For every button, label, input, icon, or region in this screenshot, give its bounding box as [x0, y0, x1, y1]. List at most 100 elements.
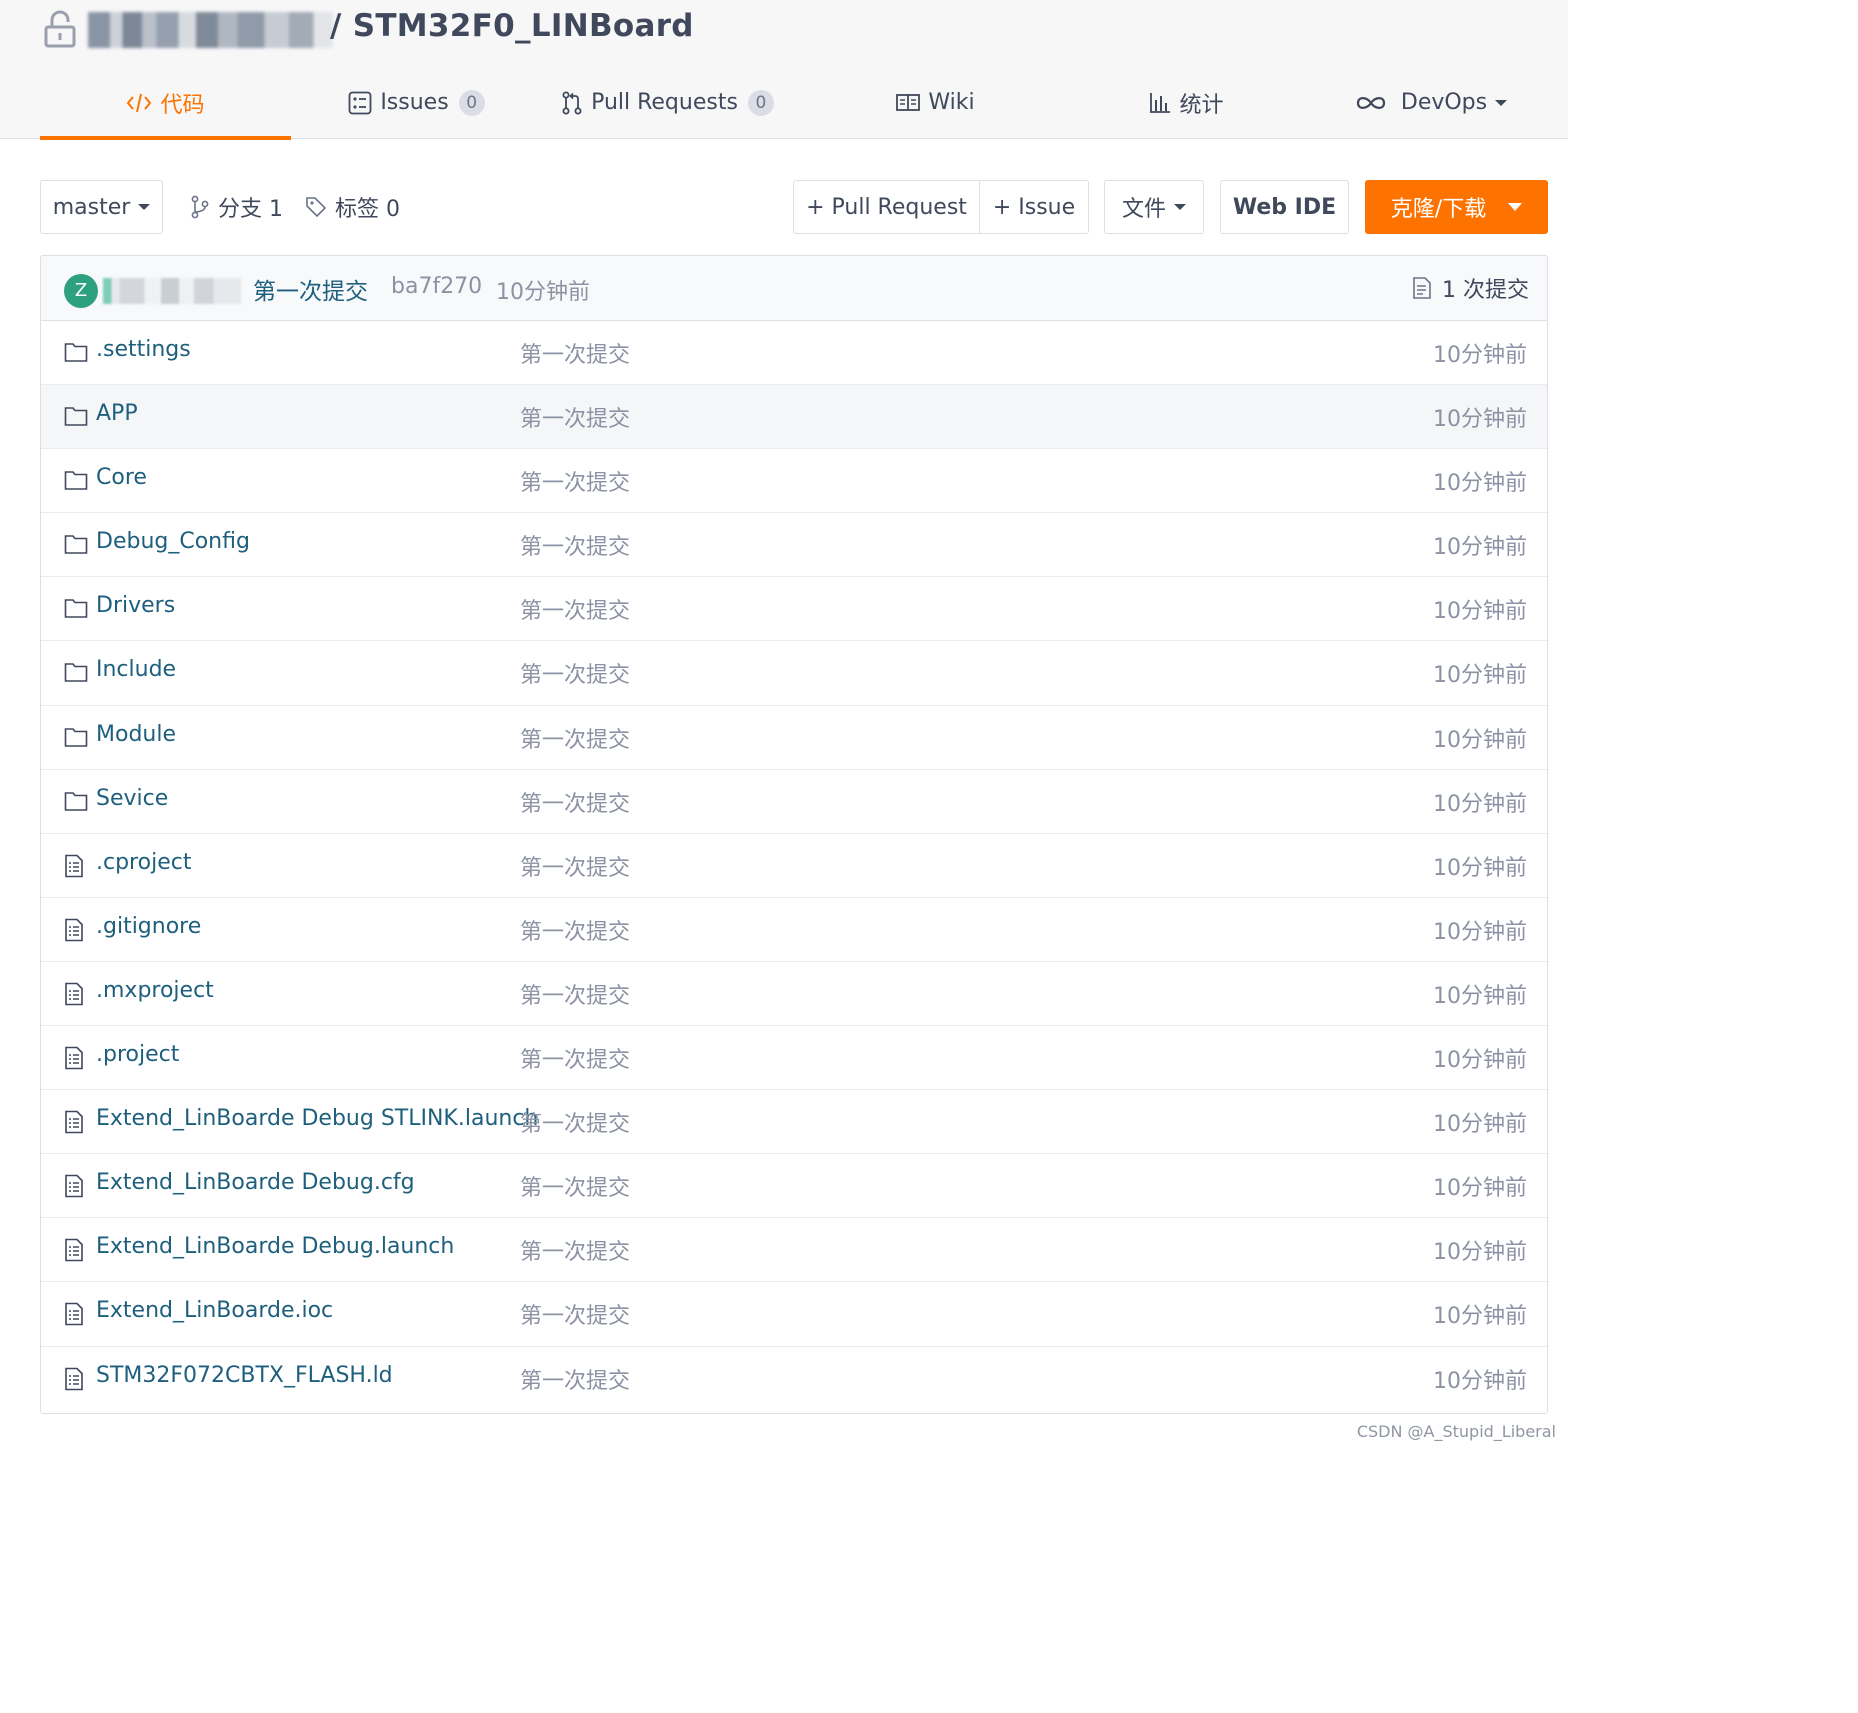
repo-header: / STM32F0_LINBoard 代码 Issues 0 Pull Requ…: [0, 0, 1568, 140]
chevron-down-icon: [138, 204, 151, 210]
table-row[interactable]: .project 第一次提交 10分钟前: [41, 1026, 1547, 1091]
table-row[interactable]: .gitignore 第一次提交 10分钟前: [41, 898, 1547, 962]
table-row[interactable]: .cproject 第一次提交 10分钟前: [41, 834, 1547, 898]
tab-pull-requests-label: Pull Requests: [591, 90, 738, 115]
commit-author-redacted[interactable]: [103, 278, 241, 304]
file-name-link[interactable]: Debug_Config: [96, 529, 250, 554]
table-row[interactable]: Extend_LinBoarde.ioc 第一次提交 10分钟前: [41, 1282, 1547, 1347]
file-commit-message[interactable]: 第一次提交: [520, 337, 630, 369]
file-name-link[interactable]: Extend_LinBoarde Debug.launch: [96, 1234, 454, 1259]
file-commit-message[interactable]: 第一次提交: [520, 401, 630, 433]
chevron-down-icon: [1495, 99, 1508, 106]
branch-select[interactable]: master: [40, 180, 163, 234]
issues-icon: [348, 91, 372, 115]
tab-issues[interactable]: Issues 0: [291, 66, 542, 139]
file-name-link[interactable]: Extend_LinBoarde Debug.cfg: [96, 1170, 415, 1195]
tab-pull-requests[interactable]: Pull Requests 0: [542, 66, 793, 139]
commit-hash[interactable]: ba7f270: [391, 274, 482, 299]
file-commit-time: 10分钟前: [1433, 407, 1527, 433]
tab-stats-label: 统计: [1179, 92, 1224, 118]
tags-link[interactable]: 标签 0: [305, 180, 400, 234]
file-icon: [64, 918, 84, 946]
new-pull-request-button[interactable]: + Pull Request: [793, 180, 980, 234]
table-row[interactable]: Core 第一次提交 10分钟前: [41, 449, 1547, 514]
file-name-link[interactable]: Core: [96, 465, 147, 490]
file-menu-button[interactable]: 文件: [1104, 180, 1204, 234]
wiki-icon: [896, 93, 921, 113]
file-commit-time: 10分钟前: [1433, 1304, 1527, 1330]
file-name-link[interactable]: Extend_LinBoarde.ioc: [96, 1298, 333, 1323]
file-name-link[interactable]: APP: [96, 401, 138, 426]
table-row[interactable]: STM32F072CBTX_FLASH.ld 第一次提交 10分钟前: [41, 1347, 1547, 1411]
file-icon: [64, 854, 84, 882]
table-row[interactable]: .mxproject 第一次提交 10分钟前: [41, 962, 1547, 1027]
table-row[interactable]: Extend_LinBoarde Debug.cfg 第一次提交 10分钟前: [41, 1154, 1547, 1219]
stats-icon: [1149, 92, 1171, 114]
file-name-link[interactable]: .gitignore: [96, 914, 201, 939]
file-commit-message[interactable]: 第一次提交: [520, 1170, 630, 1202]
file-commit-time: 10分钟前: [1433, 343, 1527, 368]
file-commit-message[interactable]: 第一次提交: [520, 1298, 630, 1330]
clone-download-button[interactable]: 克隆/下载: [1365, 180, 1548, 234]
table-row[interactable]: Module 第一次提交 10分钟前: [41, 706, 1547, 770]
tab-stats[interactable]: 统计: [1061, 66, 1312, 139]
watermark: CSDN @A_Stupid_Liberal: [1356, 1422, 1556, 1441]
commit-count-label: 1 次提交: [1442, 278, 1529, 303]
file-commit-message[interactable]: 第一次提交: [520, 978, 630, 1010]
table-row[interactable]: Sevice 第一次提交 10分钟前: [41, 770, 1547, 834]
table-row[interactable]: APP 第一次提交 10分钟前: [41, 385, 1547, 450]
file-name-link[interactable]: Drivers: [96, 593, 175, 618]
issues-count-badge: 0: [458, 89, 485, 116]
repo-title[interactable]: / STM32F0_LINBoard: [330, 8, 694, 44]
table-row[interactable]: Extend_LinBoarde Debug.launch 第一次提交 10分钟前: [41, 1218, 1547, 1283]
file-commit-message[interactable]: 第一次提交: [520, 914, 630, 946]
file-name-link[interactable]: STM32F072CBTX_FLASH.ld: [96, 1363, 393, 1388]
branch-select-value: master: [52, 194, 131, 220]
file-commit-message[interactable]: 第一次提交: [520, 1234, 630, 1266]
file-commit-message[interactable]: 第一次提交: [520, 722, 630, 754]
file-name-link[interactable]: Extend_LinBoarde Debug STLINK.launch: [96, 1106, 538, 1131]
branches-link[interactable]: 分支 1: [190, 180, 283, 234]
web-ide-button[interactable]: Web IDE: [1220, 180, 1349, 234]
file-name-link[interactable]: .project: [96, 1042, 179, 1067]
folder-icon: [64, 405, 88, 431]
chevron-down-icon: [1508, 203, 1523, 211]
file-name-link[interactable]: .cproject: [96, 850, 191, 875]
file-commit-message[interactable]: 第一次提交: [520, 657, 630, 689]
file-commit-message[interactable]: 第一次提交: [520, 593, 630, 625]
file-name-link[interactable]: Include: [96, 657, 176, 682]
file-name-link[interactable]: Module: [96, 722, 176, 747]
table-row[interactable]: Extend_LinBoarde Debug STLINK.launch 第一次提…: [41, 1090, 1547, 1155]
commit-time: 10分钟前: [496, 280, 590, 305]
file-commit-message[interactable]: 第一次提交: [520, 786, 630, 818]
table-row[interactable]: Include 第一次提交 10分钟前: [41, 641, 1547, 706]
folder-icon: [64, 469, 88, 495]
tab-wiki[interactable]: Wiki: [810, 66, 1061, 139]
table-row[interactable]: Drivers 第一次提交 10分钟前: [41, 577, 1547, 642]
commit-message[interactable]: 第一次提交: [253, 272, 368, 306]
commit-count-link[interactable]: 1 次提交: [1412, 272, 1529, 304]
commit-history-icon: [1413, 277, 1431, 299]
lock-icon: [44, 10, 76, 48]
file-commit-message[interactable]: 第一次提交: [520, 465, 630, 497]
file-commit-time: 10分钟前: [1433, 471, 1527, 497]
file-icon: [64, 1046, 84, 1074]
file-name-link[interactable]: .settings: [96, 337, 191, 362]
file-name-link[interactable]: .mxproject: [96, 978, 214, 1003]
file-commit-message[interactable]: 第一次提交: [520, 529, 630, 561]
table-row[interactable]: .settings 第一次提交 10分钟前: [41, 321, 1547, 386]
tab-code[interactable]: 代码: [40, 66, 291, 140]
file-commit-message[interactable]: 第一次提交: [520, 1363, 630, 1395]
branch-icon: [191, 195, 209, 219]
code-icon: [126, 92, 152, 114]
file-commit-message[interactable]: 第一次提交: [520, 850, 630, 882]
file-name-link[interactable]: Sevice: [96, 786, 168, 811]
owner-name-redacted[interactable]: [88, 12, 333, 48]
folder-icon: [64, 533, 88, 559]
file-commit-message[interactable]: 第一次提交: [520, 1042, 630, 1074]
file-commit-message[interactable]: 第一次提交: [520, 1106, 630, 1138]
tab-devops[interactable]: DevOps: [1312, 66, 1550, 139]
avatar[interactable]: Z: [64, 274, 98, 308]
table-row[interactable]: Debug_Config 第一次提交 10分钟前: [41, 513, 1547, 578]
new-issue-button[interactable]: + Issue: [979, 180, 1089, 234]
